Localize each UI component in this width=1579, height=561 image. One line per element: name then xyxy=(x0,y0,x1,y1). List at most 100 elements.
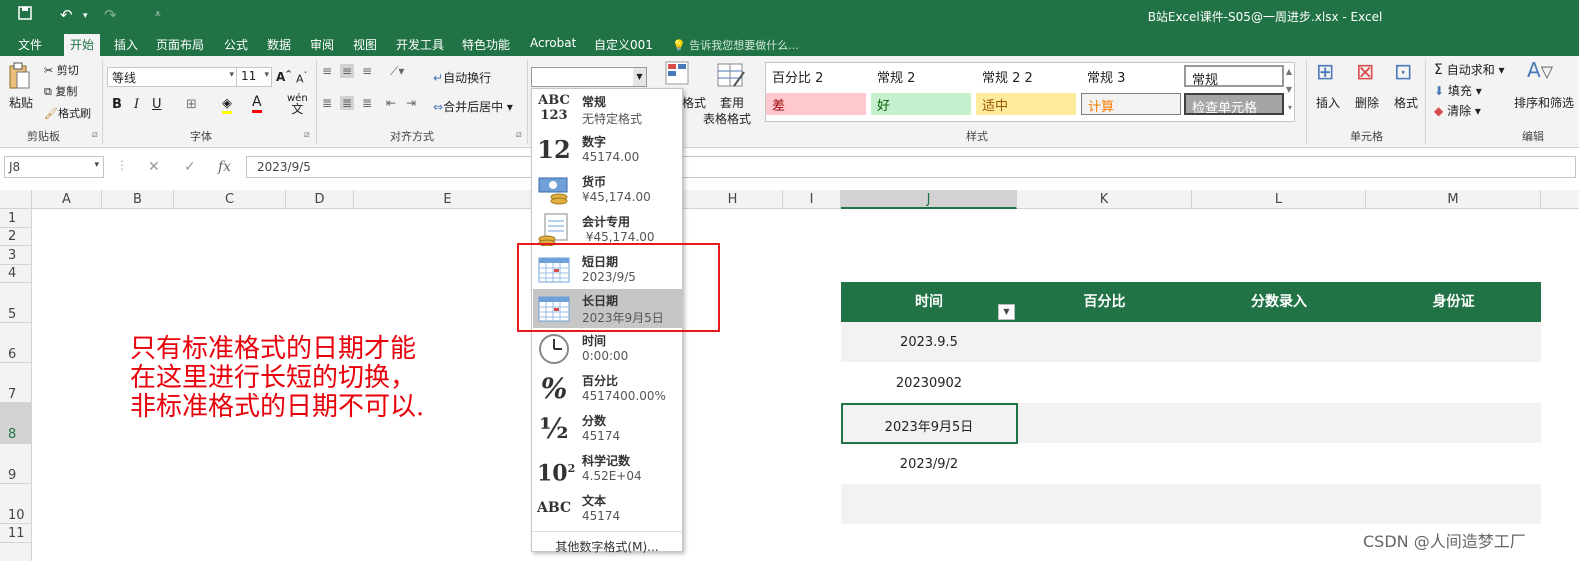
column-header-c[interactable]: C xyxy=(174,190,286,209)
save-icon[interactable] xyxy=(18,6,32,24)
delete-cells-button[interactable]: 删除 xyxy=(1355,94,1379,111)
table-format-label-1[interactable]: 套用 xyxy=(720,94,744,111)
tab-file[interactable]: 文件 xyxy=(18,36,42,53)
undo-dropdown-icon[interactable]: ▾ xyxy=(83,11,88,21)
style-good[interactable]: 好 xyxy=(871,93,971,115)
merge-center-button[interactable]: ⇔合并后居中 ▾ xyxy=(433,98,513,115)
name-box[interactable]: J8 ▾ xyxy=(4,156,104,178)
format-cells-button[interactable]: 格式 xyxy=(1394,94,1418,111)
row-header-3[interactable]: 3 xyxy=(0,246,31,265)
redo-icon[interactable]: ↷ xyxy=(104,6,117,24)
conditional-format-label[interactable]: 格式 xyxy=(682,94,706,111)
table-format-label-2[interactable]: 表格格式 xyxy=(703,110,751,127)
row-header-1[interactable]: 1 xyxy=(0,209,31,228)
align-middle-icon[interactable]: ≡ xyxy=(340,64,355,78)
tab-view[interactable]: 视图 xyxy=(353,36,377,53)
align-left-icon[interactable]: ≣ xyxy=(322,96,332,110)
customize-icon[interactable]: ⩡ xyxy=(155,9,161,20)
tab-home[interactable]: 开始 xyxy=(64,34,101,57)
column-header-l[interactable]: L xyxy=(1192,190,1366,209)
format-painter-button[interactable]: 🖌格式刷 xyxy=(44,105,91,121)
formula-input[interactable]: 2023/9/5 xyxy=(246,156,1576,178)
cell-j7[interactable]: 20230902 xyxy=(841,376,1017,391)
tab-developer[interactable]: 开发工具 xyxy=(396,36,444,53)
table-header-id[interactable]: 身份证 xyxy=(1366,282,1541,322)
phonetic-icon[interactable]: wén 文 xyxy=(287,94,308,116)
font-size-combo[interactable]: 11 ▾ xyxy=(236,67,272,87)
format-cells-icon[interactable]: ⊡ xyxy=(1394,60,1412,85)
column-header-e[interactable]: E xyxy=(354,190,542,209)
gallery-more-icon[interactable]: ▾ xyxy=(1288,103,1292,112)
cell-j6[interactable]: 2023.9.5 xyxy=(841,335,1017,350)
fill-button[interactable]: ⬇ 填充 ▾ xyxy=(1434,82,1482,99)
clear-button[interactable]: ◆ 清除 ▾ xyxy=(1434,102,1481,119)
select-all-corner[interactable] xyxy=(0,190,32,209)
row-header-8[interactable]: 8 xyxy=(0,403,31,444)
font-launcher-icon[interactable]: ⧄ xyxy=(304,130,310,140)
sort-filter-button[interactable]: 排序和筛选 xyxy=(1514,94,1574,111)
format-option-general[interactable]: ABC 123 常规 无特定格式 xyxy=(533,90,683,129)
row-header-10[interactable]: 10 xyxy=(0,484,31,524)
cell-j9[interactable]: 2023/9/2 xyxy=(841,457,1017,472)
italic-button[interactable]: I xyxy=(134,97,139,112)
style-check-cell[interactable]: 检查单元格 xyxy=(1184,93,1284,116)
more-number-formats-link[interactable]: 其他数字格式(M)... xyxy=(532,531,682,555)
paste-icon[interactable] xyxy=(8,62,30,93)
row-header-6[interactable]: 6 xyxy=(0,323,31,363)
align-right-icon[interactable]: ≣ xyxy=(362,96,372,110)
style-percent-2[interactable]: 百分比 2 xyxy=(766,65,866,87)
decrease-indent-icon[interactable]: ⇤ xyxy=(386,96,396,110)
column-header-a[interactable]: A xyxy=(32,190,102,209)
enter-icon[interactable]: ✓ xyxy=(184,159,196,175)
format-option-scientific[interactable]: 102 科学记数 4.52E+04 xyxy=(533,449,683,488)
style-neutral[interactable]: 适中 xyxy=(976,93,1076,115)
sort-filter-icon[interactable]: A▽ xyxy=(1527,58,1553,82)
number-format-combo[interactable]: ▼ xyxy=(531,67,647,87)
tab-data[interactable]: 数据 xyxy=(267,36,291,53)
table-header-percent[interactable]: 百分比 xyxy=(1017,282,1192,322)
tab-acrobat[interactable]: Acrobat xyxy=(530,36,576,50)
cut-button[interactable]: ✂ 剪切 xyxy=(44,62,79,78)
orientation-icon[interactable]: ⟋▾ xyxy=(390,64,404,79)
alignment-launcher-icon[interactable]: ⧄ xyxy=(516,130,522,140)
row-header-11[interactable]: 11 xyxy=(0,524,31,543)
insert-function-icon[interactable]: fx xyxy=(218,159,231,175)
paste-button[interactable]: 粘贴 xyxy=(9,94,33,111)
wrap-text-button[interactable]: ↵自动换行 xyxy=(433,69,491,86)
row-header-2[interactable]: 2 xyxy=(0,228,31,246)
format-option-fraction[interactable]: ½ 分数 45174 xyxy=(533,409,683,448)
bold-button[interactable]: B xyxy=(112,97,122,112)
tab-insert[interactable]: 插入 xyxy=(114,36,138,53)
increase-font-icon[interactable]: A^ xyxy=(276,69,292,84)
tell-me-box[interactable]: 💡 告诉我您想要做什么... xyxy=(672,37,799,53)
tab-custom001[interactable]: 自定义001 xyxy=(594,36,653,53)
tab-review[interactable]: 审阅 xyxy=(310,36,334,53)
increase-indent-icon[interactable]: ⇥ xyxy=(406,96,416,110)
table-header-score[interactable]: 分数录入 xyxy=(1192,282,1366,322)
tab-page-layout[interactable]: 页面布局 xyxy=(156,36,204,53)
copy-button[interactable]: ⧉ 复制 xyxy=(44,83,77,99)
table-format-icon[interactable] xyxy=(716,60,746,93)
fill-color-icon[interactable]: ◈ xyxy=(222,96,232,114)
decrease-font-icon[interactable]: Aˇ xyxy=(296,71,308,86)
align-center-icon[interactable]: ≣ xyxy=(340,96,355,110)
style-normal[interactable]: 常规 xyxy=(1184,65,1284,88)
insert-cells-icon[interactable]: ⊞ xyxy=(1316,60,1334,85)
row-header-4[interactable]: 4 xyxy=(0,265,31,283)
row-header-9[interactable]: 9 xyxy=(0,444,31,484)
column-header-j[interactable]: J xyxy=(841,190,1017,209)
column-header-i[interactable]: I xyxy=(783,190,841,209)
underline-button[interactable]: U xyxy=(152,97,162,112)
conditional-format-icon[interactable] xyxy=(664,60,690,89)
row-header-7[interactable]: 7 xyxy=(0,363,31,403)
column-header-b[interactable]: B xyxy=(102,190,174,209)
chevron-down-icon[interactable]: ▼ xyxy=(633,68,646,86)
align-bottom-icon[interactable]: ≡ xyxy=(362,64,372,78)
border-icon[interactable]: ⊞ xyxy=(186,97,197,112)
gallery-scroll-down-icon[interactable]: ▼ xyxy=(1286,85,1292,94)
format-option-time[interactable]: 时间 0:00:00 xyxy=(533,329,683,368)
style-calculation[interactable]: 计算 xyxy=(1081,93,1181,115)
align-top-icon[interactable]: ≡ xyxy=(322,64,332,78)
filter-dropdown-icon[interactable]: ▼ xyxy=(998,304,1015,320)
delete-cells-icon[interactable]: ⊠ xyxy=(1356,60,1374,85)
